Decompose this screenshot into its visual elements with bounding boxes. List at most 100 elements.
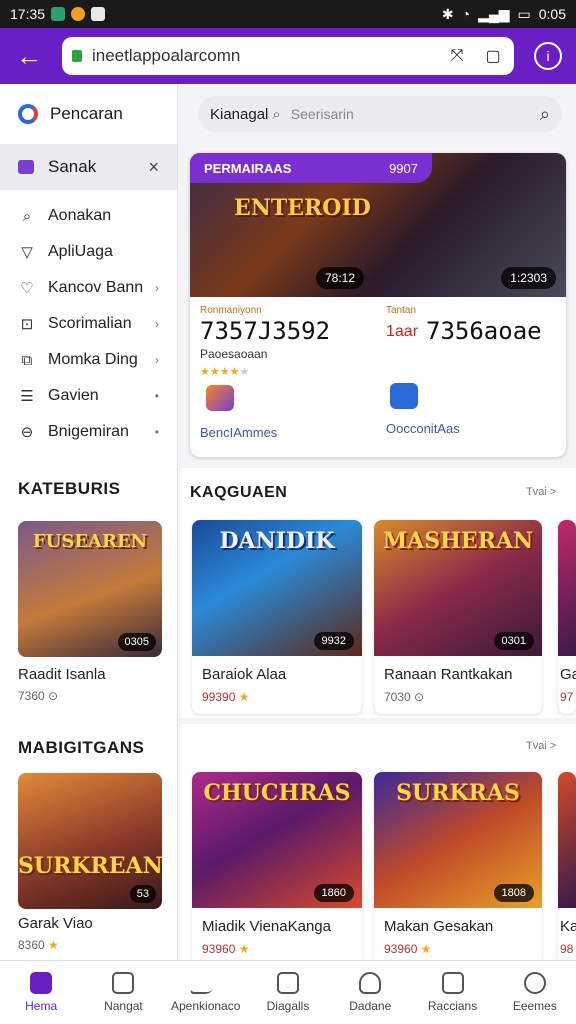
game-card[interactable]: DANIDIK 9932 Baraiok Alaa 99390 ★ — [192, 520, 362, 714]
sidebar-item-label: Aonakan — [48, 207, 112, 224]
featured-link-2[interactable]: OocconitAas — [386, 421, 460, 436]
sidebar-game-tile[interactable]: SURKREAN 53 — [18, 773, 162, 909]
sidebar-section-heading: KATEBURIS — [18, 479, 121, 498]
game-badge: 9932 — [313, 632, 354, 650]
sidebar-item-apliuaga[interactable]: ▽ ApliUaga — [0, 234, 177, 270]
game-section: Tvai > CHUCHRAS 1860 Miadik VienaKanga 9… — [180, 724, 576, 966]
tile-logo: FUSEAREN — [32, 531, 148, 552]
nav-dadane[interactable]: Dadane — [329, 961, 411, 1024]
game-card[interactable]: MASHERAN 0301 Ranaan Rantkakan 7030 ⊙ — [374, 520, 542, 714]
status-time: 17:35 — [10, 6, 46, 22]
sidebar-item-label: Gavien — [48, 387, 99, 404]
tabs-icon[interactable]: ▢ — [482, 46, 504, 66]
game-logo: MASHERAN — [382, 528, 534, 554]
star-icon: ★ — [238, 942, 250, 956]
close-icon[interactable]: × — [148, 157, 159, 178]
stat1-value: 7357J3592 — [200, 317, 331, 345]
app-icon — [71, 7, 86, 21]
meta-value: 8360 — [18, 938, 45, 952]
game-card[interactable]: CHUCHRAS 1860 Miadik VienaKanga 93960 ★ — [192, 772, 362, 966]
nav-diagalls[interactable]: Diagalls — [247, 961, 329, 1024]
sidebar-item-bnigemiran[interactable]: ⊖ Bnigemiran • — [0, 414, 177, 450]
sidebar-game-tile[interactable]: FUSEAREN 0305 — [18, 521, 162, 657]
see-all-link[interactable]: Tvai > — [526, 740, 556, 752]
game-title: Miadik VienaKanga — [202, 918, 331, 935]
game-badge: 1808 — [493, 884, 534, 902]
nav-label: Dadane — [349, 999, 392, 1013]
see-all-link[interactable]: Tvai > — [526, 486, 556, 498]
game-section: KAQGUAEN Tvai > DANIDIK 9932 Baraiok Ala… — [180, 468, 576, 718]
status-bar: 17:35 ✱ ◔ ▂▄▆ ▭ 0:05 — [0, 0, 576, 28]
wifi-icon: ◔ — [461, 6, 471, 22]
sidebar: Pencaran Sanak × ⌕ Aonakan ▽ ApliUaga ♡ … — [0, 84, 178, 960]
nav-label: Nangat — [104, 999, 143, 1013]
info-icon[interactable]: i — [534, 42, 562, 70]
battery-icon: ▭ — [517, 5, 531, 22]
nav-eeemes[interactable]: Eeemes — [494, 961, 576, 1024]
share-icon[interactable]: ⤧ — [446, 47, 468, 65]
game-art — [558, 772, 576, 908]
game-logo: CHUCHRAS — [203, 780, 351, 806]
nav-home[interactable]: Hema — [0, 961, 82, 1024]
stat2-prefix: 1aar — [386, 323, 419, 340]
sidebar-item-gavien[interactable]: ☰ Gavien • — [0, 378, 177, 414]
game-title: Ranaan Rantkakan — [384, 666, 513, 683]
sidebar-item-momka[interactable]: ⧉ Momka Ding › — [0, 342, 177, 378]
arrow-icon — [188, 972, 224, 994]
game-title: Baraiok Alaa — [202, 666, 287, 683]
nav-apenkionaco[interactable]: Apenkionaco — [165, 961, 247, 1024]
game-badge: 1860 — [313, 884, 354, 902]
game-card-partial[interactable]: Ga 97 — [558, 520, 576, 714]
nav-label: Eeemes — [512, 999, 557, 1013]
sidebar-search[interactable]: Pencaran — [0, 84, 177, 144]
sidebar-item-selected[interactable]: Sanak × — [0, 144, 177, 190]
lock-icon — [72, 50, 82, 62]
nav-raccians[interactable]: Raccians — [411, 961, 493, 1024]
sidebar-game-meta: 7360 ⊙ — [18, 689, 59, 703]
search-icon[interactable]: ⌕ — [540, 104, 550, 125]
sidebar-item-aonakan[interactable]: ⌕ Aonakan — [0, 198, 177, 234]
sidebar-item-scorimalian[interactable]: ⊡ Scorimalian › — [0, 306, 177, 342]
clock-icon — [441, 972, 464, 994]
meta-value: 93960 — [384, 942, 418, 956]
sidebar-game-title[interactable]: Garak Viao — [18, 915, 93, 932]
featured-card[interactable]: ENTEROID 78:12 1:2303 PERMAIRAAS 9907 Ro… — [190, 153, 566, 457]
url-text: ineetlappoalarcomn — [92, 46, 241, 65]
nav-label: Raccians — [427, 999, 478, 1013]
sidebar-item-kancov[interactable]: ♡ Kancov Bann › — [0, 270, 177, 306]
game-card[interactable]: SURKRAS 1808 Makan Gesakan 93960 ★ — [374, 772, 542, 966]
search-value: Kianagal — [210, 105, 269, 123]
url-bar[interactable]: ineetlappoalarcomn ⤧ ▢ — [62, 37, 514, 75]
featured-link-1[interactable]: BencIAmmes — [200, 425, 277, 440]
star-icon: ★ — [48, 938, 59, 952]
search-placeholder: Seerisarin — [290, 106, 354, 122]
game-card-partial[interactable]: Ka 98 — [558, 772, 576, 966]
sidebar-item-label: Kancov Bann — [48, 279, 144, 296]
gallery-icon — [91, 7, 106, 21]
dot-icon: • — [154, 389, 159, 403]
tile-badge: 53 — [129, 885, 156, 903]
nav-label: Apenkionaco — [171, 999, 241, 1013]
back-arrow-icon[interactable]: ← — [12, 39, 46, 73]
heart-icon — [359, 972, 382, 994]
triangle-icon: ▽ — [21, 244, 33, 261]
sidebar-game-title[interactable]: Raadit Isanla — [18, 666, 106, 683]
chevron-right-icon: › — [155, 281, 159, 295]
bottom-nav: Hema Nangat Apenkionaco Diagalls Dadane … — [0, 960, 576, 1024]
rating-empty: ★ — [239, 366, 250, 378]
main-search-input[interactable]: Kianagal ⌕ Seerisarin ⌕ — [198, 96, 562, 132]
notification-icon — [51, 7, 66, 21]
tile-logo: SURKREAN — [18, 853, 162, 879]
brush-icon: ⌕ — [22, 207, 32, 225]
nav-label: Diagalls — [266, 999, 310, 1013]
stat1-label: Ronmaniyonn — [200, 305, 262, 316]
chevron-right-icon: › — [155, 353, 159, 367]
app-grid-icon[interactable] — [206, 385, 234, 411]
game-meta: 93960 ★ — [384, 942, 431, 956]
rating-filled: ★★★★ — [200, 366, 240, 378]
game-logo: SURKRAS — [396, 780, 520, 806]
featured-badge-right: 1:2303 — [501, 267, 556, 289]
thumbs-up-icon[interactable] — [390, 383, 418, 409]
nav-nangat[interactable]: Nangat — [82, 961, 164, 1024]
square-icon: ⊡ — [20, 316, 34, 333]
